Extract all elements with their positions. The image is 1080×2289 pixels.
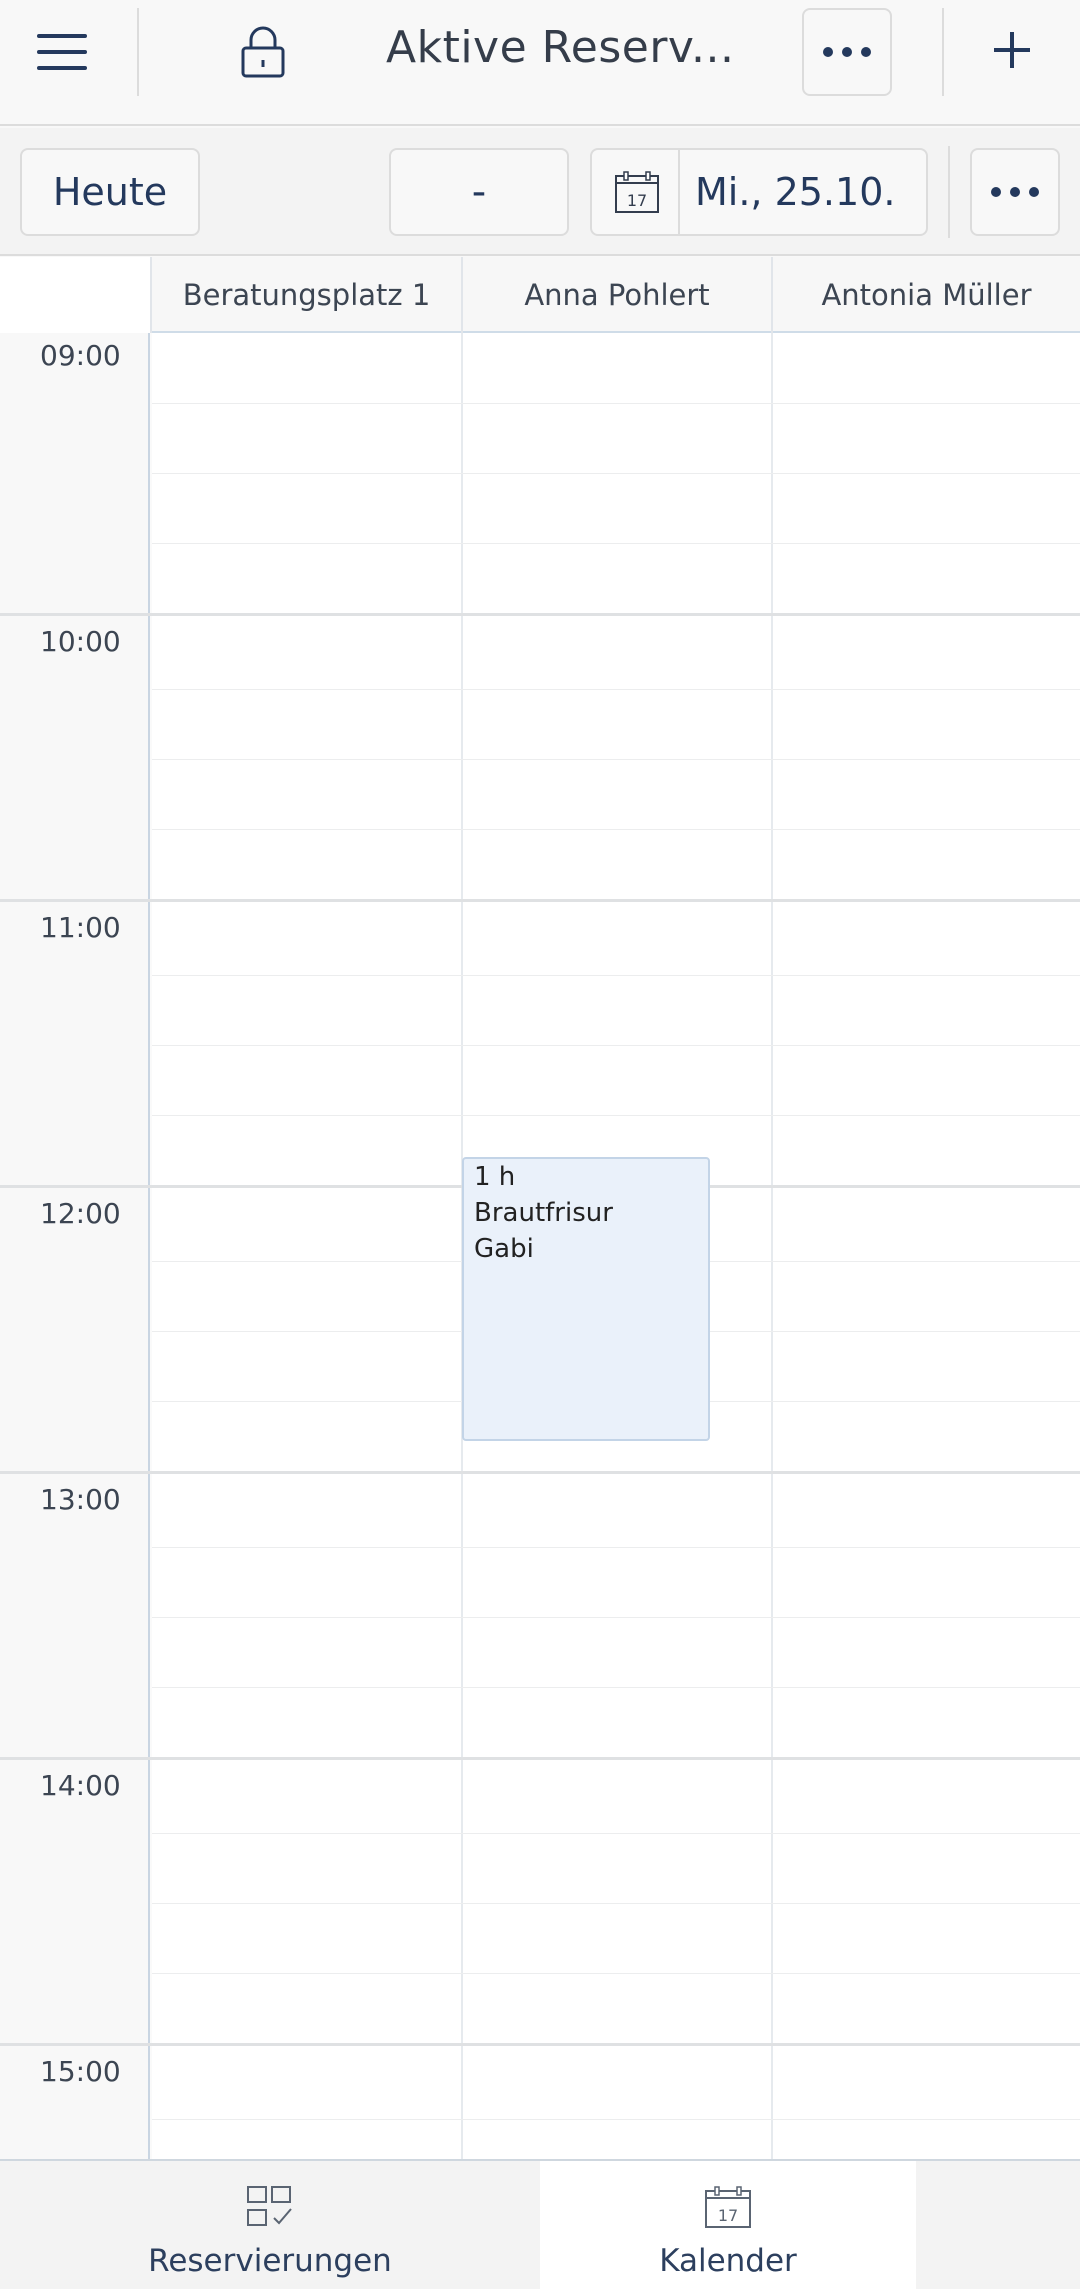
reservations-grid-icon xyxy=(247,2186,292,2226)
nav-label-calendar: Kalender xyxy=(659,2243,797,2279)
more-dots-icon xyxy=(991,187,1039,197)
time-label: 10:00 xyxy=(40,625,121,658)
grid-line xyxy=(152,543,1080,544)
event-client: Gabi xyxy=(474,1234,534,1264)
grid-line xyxy=(152,1045,1080,1046)
hour-line xyxy=(0,1471,1080,1474)
hour-line xyxy=(0,2043,1080,2046)
lock-icon[interactable] xyxy=(240,26,286,78)
time-label: 12:00 xyxy=(40,1197,121,1230)
grid-line xyxy=(152,2119,1080,2120)
divider xyxy=(137,8,139,96)
time-gutter: 09:00 10:00 11:00 12:00 13:00 14:00 15:0… xyxy=(0,333,150,2159)
time-label: 15:00 xyxy=(40,2055,121,2088)
calendar-icon: 17 xyxy=(705,2186,751,2228)
hamburger-menu-icon[interactable] xyxy=(0,0,138,100)
more-options-button[interactable] xyxy=(802,8,892,96)
grid-line xyxy=(152,1833,1080,1834)
nav-label-reservations: Reservierungen xyxy=(148,2243,392,2279)
grid-line xyxy=(152,1547,1080,1548)
nav-tab-reservations[interactable]: Reservierungen xyxy=(0,2161,540,2289)
header-corner xyxy=(0,257,150,333)
hour-line xyxy=(0,899,1080,902)
grid-line xyxy=(152,473,1080,474)
reservation-event[interactable]: 1 h Brautfrisur Gabi xyxy=(462,1157,710,1441)
grid-line xyxy=(152,1903,1080,1904)
column-header-beratungsplatz[interactable]: Beratungsplatz 1 xyxy=(150,257,461,333)
date-picker[interactable]: 17 Mi., 25.10. xyxy=(590,148,928,236)
time-label: 09:00 xyxy=(40,339,121,372)
date-picker-icon-segment[interactable]: 17 xyxy=(592,150,680,234)
previous-day-button[interactable]: - xyxy=(389,148,569,236)
grid-line xyxy=(152,1115,1080,1116)
calendar-icon: 17 xyxy=(615,171,659,213)
column-divider xyxy=(771,333,773,2159)
grid-line xyxy=(152,403,1080,404)
column-header-antonia-mueller[interactable]: Antonia Müller xyxy=(771,257,1080,333)
hour-line xyxy=(0,613,1080,616)
grid-line xyxy=(152,1617,1080,1618)
page-title: Aktive Reserv... xyxy=(386,22,735,73)
calendar-view: Beratungsplatz 1 Anna Pohlert Antonia Mü… xyxy=(0,257,1080,2159)
add-icon[interactable] xyxy=(944,0,1080,100)
hour-line xyxy=(0,1757,1080,1760)
event-duration: 1 h xyxy=(474,1162,516,1192)
grid-line xyxy=(152,1687,1080,1688)
grid-line xyxy=(152,829,1080,830)
grid-line xyxy=(152,975,1080,976)
time-label: 14:00 xyxy=(40,1769,121,1802)
calendar-toolbar: Heute - 17 Mi., 25.10. xyxy=(0,128,1080,256)
grid-line xyxy=(152,1973,1080,1974)
event-service: Brautfrisur xyxy=(474,1198,613,1228)
time-label: 13:00 xyxy=(40,1483,121,1516)
svg-text:17: 17 xyxy=(718,2206,738,2225)
column-header-row: Beratungsplatz 1 Anna Pohlert Antonia Mü… xyxy=(0,257,1080,333)
toolbar-more-button[interactable] xyxy=(970,148,1060,236)
grid-line xyxy=(152,689,1080,690)
column-header-anna-pohlert[interactable]: Anna Pohlert xyxy=(461,257,771,333)
svg-text:17: 17 xyxy=(627,191,647,210)
grid-line xyxy=(152,759,1080,760)
nav-tab-calendar[interactable]: 17 Kalender xyxy=(540,2161,916,2289)
selected-date: Mi., 25.10. xyxy=(695,170,896,214)
bottom-navigation: Reservierungen 17 Kalender xyxy=(0,2159,1080,2289)
today-button[interactable]: Heute xyxy=(20,148,200,236)
divider xyxy=(948,146,950,238)
more-dots-icon xyxy=(823,47,871,57)
top-bar: Aktive Reserv... xyxy=(0,0,1080,126)
time-label: 11:00 xyxy=(40,911,121,944)
